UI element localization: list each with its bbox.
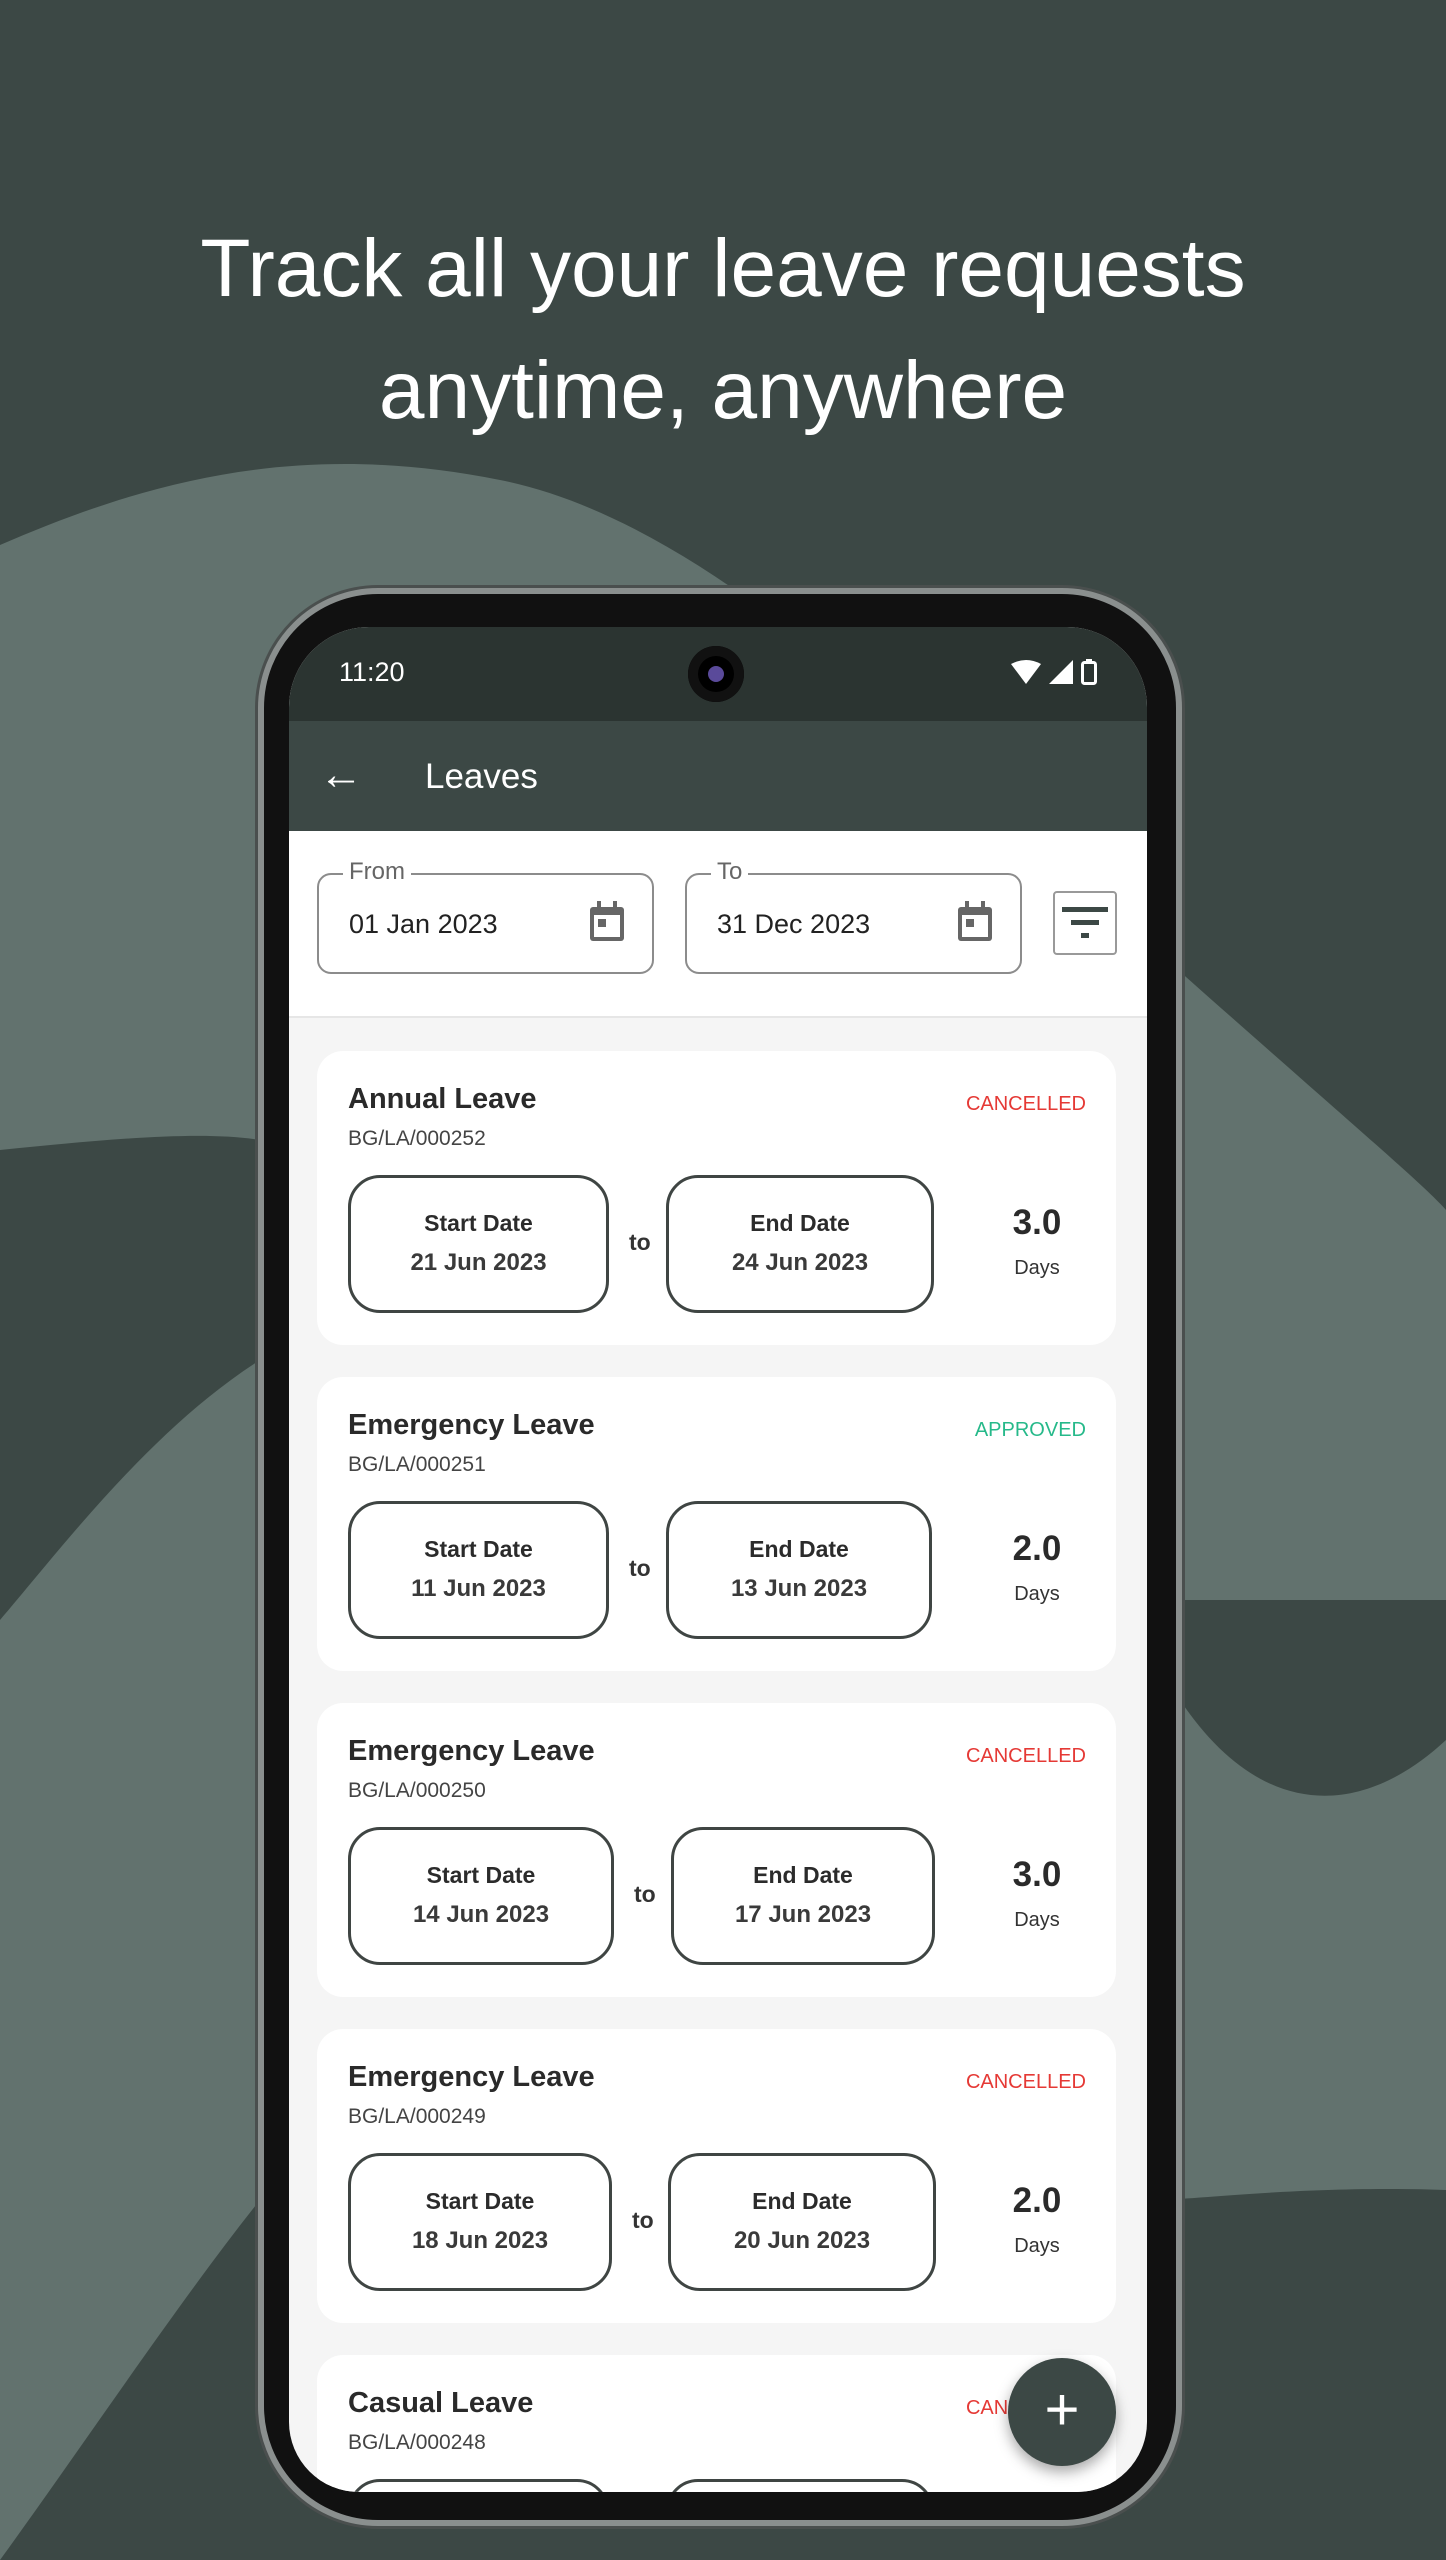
status-time: 11:20 — [339, 657, 405, 687]
headline-line-1: Track all your leave requests — [200, 223, 1246, 314]
start-date-label: Start Date — [424, 1210, 533, 1236]
wifi-icon — [1011, 660, 1041, 684]
end-date-box: End Date — [666, 2479, 934, 2492]
start-date-label: Start Date — [426, 1862, 536, 1888]
from-label: From — [343, 858, 411, 886]
start-date-label: Start Date — [424, 1536, 533, 1562]
add-leave-button[interactable]: + — [1008, 2358, 1116, 2466]
leave-id: BG/LA/000252 — [348, 1127, 486, 1150]
camera-icon — [688, 646, 744, 702]
days-count: 2.0 Days — [987, 1529, 1087, 1606]
days-value: 3.0 — [1012, 1855, 1062, 1894]
from-date-field[interactable]: From 01 Jan 2023 — [317, 858, 654, 974]
leave-id: BG/LA/000248 — [348, 2431, 486, 2454]
filter-icon — [1062, 907, 1108, 938]
battery-icon — [1081, 659, 1097, 685]
leave-type: Emergency Leave — [348, 2061, 595, 2093]
end-date-label: End Date — [749, 1536, 849, 1562]
leave-card[interactable]: Emergency Leave BG/LA/000250 CANCELLED S… — [317, 1703, 1116, 1997]
leave-card[interactable]: Emergency Leave BG/LA/000251 APPROVED St… — [317, 1377, 1116, 1671]
leave-type: Emergency Leave — [348, 1409, 595, 1441]
app-bar: ← Leaves — [289, 721, 1147, 831]
days-count: 3.0 Days — [987, 1855, 1087, 1932]
date-filter-bar: From 01 Jan 2023 To 31 Dec 2023 — [289, 831, 1147, 1018]
status-bar: 11:20 — [289, 627, 1147, 721]
signal-icon — [1049, 660, 1073, 684]
status-badge: CANCELLED — [965, 1745, 1086, 1767]
start-date-value: 18 Jun 2023 — [411, 2227, 549, 2254]
leave-type: Annual Leave — [348, 1083, 537, 1115]
phone-screen: 11:20 ← Leaves From 01 Jan 2023 To 31 De… — [289, 627, 1147, 2492]
start-date-box: Start Date — [348, 2479, 609, 2492]
leave-id: BG/LA/000250 — [348, 1779, 486, 1802]
days-label: Days — [1014, 1257, 1060, 1279]
arrow-left-icon[interactable]: ← — [319, 751, 363, 799]
start-date-box: Start Date 14 Jun 2023 — [348, 1827, 614, 1965]
leave-card[interactable]: Emergency Leave BG/LA/000249 CANCELLED S… — [317, 2029, 1116, 2323]
status-badge: APPROVED — [974, 1419, 1086, 1441]
days-count: 2.0 Days — [987, 2181, 1087, 2258]
leave-id: BG/LA/000249 — [348, 2105, 486, 2128]
filter-button[interactable] — [1053, 891, 1117, 955]
start-date-box: Start Date 21 Jun 2023 — [348, 1175, 609, 1313]
days-value: 2.0 — [1012, 1529, 1062, 1568]
start-date-box: Start Date 11 Jun 2023 — [348, 1501, 609, 1639]
to-date-field[interactable]: To 31 Dec 2023 — [685, 858, 1022, 974]
status-badge: CANCELLED — [965, 2071, 1086, 2093]
end-date-box: End Date 17 Jun 2023 — [671, 1827, 935, 1965]
leave-id: BG/LA/000251 — [348, 1453, 486, 1476]
end-date-box: End Date 13 Jun 2023 — [666, 1501, 932, 1639]
end-date-value: 13 Jun 2023 — [730, 1575, 868, 1602]
calendar-icon[interactable] — [956, 901, 994, 943]
to-value: 31 Dec 2023 — [717, 909, 871, 939]
end-date-value: 24 Jun 2023 — [731, 1249, 869, 1276]
from-value: 01 Jan 2023 — [349, 909, 498, 939]
leave-type: Casual Leave — [348, 2387, 534, 2419]
to-label: to — [629, 1555, 651, 1581]
plus-icon: + — [1044, 2376, 1080, 2443]
status-badge: CANCELLED — [965, 1093, 1086, 1115]
leave-type: Emergency Leave — [348, 1735, 595, 1767]
start-date-label: Start Date — [425, 2188, 535, 2214]
days-value: 2.0 — [1012, 2181, 1062, 2220]
start-date-value: 11 Jun 2023 — [411, 1575, 546, 1602]
days-label: Days — [1014, 1909, 1060, 1931]
headline-line-2: anytime, anywhere — [378, 345, 1068, 436]
leave-card[interactable]: Annual Leave BG/LA/000252 CANCELLED Star… — [317, 1051, 1116, 1345]
days-label: Days — [1014, 1583, 1060, 1605]
calendar-icon[interactable] — [588, 901, 626, 943]
start-date-value: 21 Jun 2023 — [410, 1249, 547, 1276]
leave-card[interactable]: Casual Leave BG/LA/000248 CANCELLED Star… — [317, 2355, 1116, 2492]
days-label: Days — [1014, 2235, 1060, 2257]
days-count: 3.0 Days — [987, 1203, 1087, 1280]
end-date-label: End Date — [750, 1210, 850, 1236]
page-title: Leaves — [425, 757, 538, 796]
days-value: 3.0 — [1012, 1203, 1062, 1242]
to-label: to — [632, 2207, 654, 2233]
end-date-box: End Date 20 Jun 2023 — [668, 2153, 936, 2291]
end-date-label: End Date — [752, 2188, 852, 2214]
start-date-value: 14 Jun 2023 — [412, 1901, 550, 1928]
end-date-box: End Date 24 Jun 2023 — [666, 1175, 934, 1313]
start-date-box: Start Date 18 Jun 2023 — [348, 2153, 612, 2291]
to-label: to — [629, 1229, 651, 1255]
headline: Track all your leave requests anytime, a… — [0, 208, 1446, 452]
end-date-value: 17 Jun 2023 — [734, 1901, 872, 1928]
end-date-value: 20 Jun 2023 — [733, 2227, 871, 2254]
to-label: To — [711, 858, 749, 886]
end-date-label: End Date — [753, 1862, 853, 1888]
to-label: to — [634, 1881, 656, 1907]
